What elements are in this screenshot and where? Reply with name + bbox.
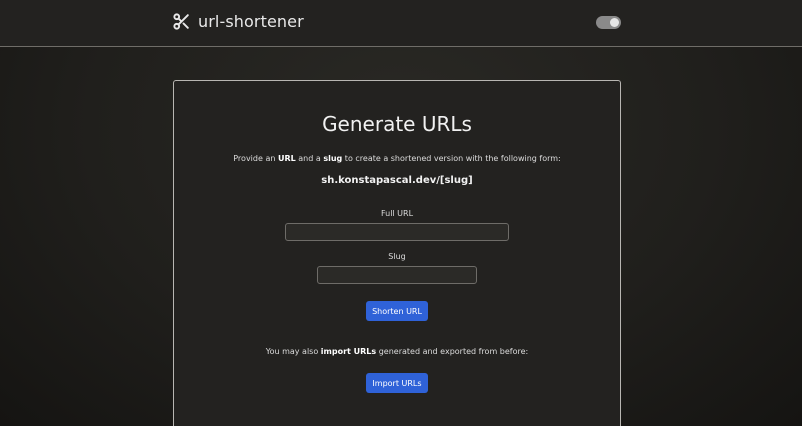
import-text-part: generated and exported from before: <box>376 347 529 356</box>
slug-input[interactable] <box>317 266 477 284</box>
import-text-bold: import URLs <box>320 347 377 356</box>
full-url-input[interactable] <box>285 223 509 241</box>
domain-format: sh.konstapascal.dev/[slug] <box>321 175 473 186</box>
toggle-knob <box>610 18 619 27</box>
description-part: and a <box>295 154 324 163</box>
top-navbar: url-shortener <box>0 0 802 47</box>
generate-card: Generate URLs Provide an URL and a slug … <box>173 80 621 426</box>
full-url-label: Full URL <box>380 209 414 218</box>
page-title: Generate URLs <box>322 112 472 136</box>
import-text-part: You may also <box>265 347 321 356</box>
shorten-url-button[interactable]: Shorten URL <box>366 301 428 321</box>
theme-toggle[interactable] <box>596 16 621 29</box>
page: url-shortener Generate URLs Provide an U… <box>0 0 802 426</box>
description-part: Provide an <box>233 154 278 163</box>
brand-name: url-shortener <box>198 12 304 31</box>
slug-label: Slug <box>388 252 406 261</box>
brand-link[interactable]: url-shortener <box>172 12 304 31</box>
import-urls-button[interactable]: Import URLs <box>366 373 428 393</box>
description-part: to create a shortened version with the f… <box>342 154 561 163</box>
description-bold-slug: slug <box>323 154 343 163</box>
scissors-icon <box>172 12 191 31</box>
description-bold-url: URL <box>277 154 296 163</box>
description-text: Provide an URL and a slug to create a sh… <box>174 154 620 163</box>
import-text: You may also import URLs generated and e… <box>174 347 620 356</box>
